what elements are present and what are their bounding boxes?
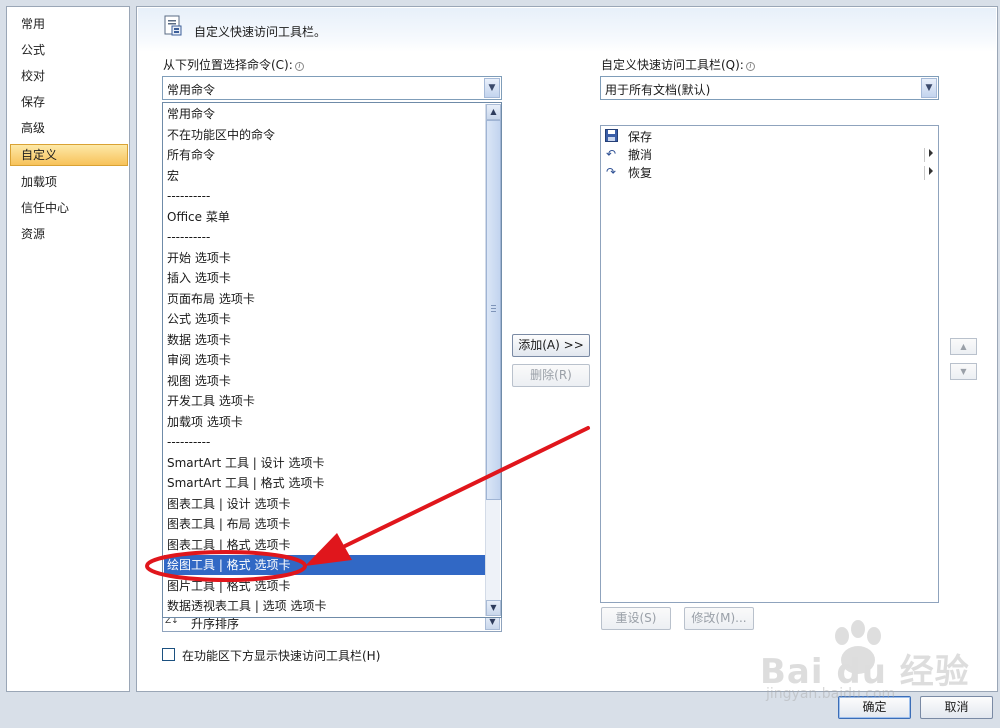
watermark-url: jingyan.baidu.com (766, 686, 896, 702)
annotation-arrow-head (305, 533, 352, 566)
annotation-overlay (145, 426, 590, 582)
annotation-arrow-shaft (343, 426, 590, 548)
highlight-ellipse (145, 550, 307, 582)
watermark: Bai du 经验 jingyan.baidu.com (760, 620, 990, 710)
